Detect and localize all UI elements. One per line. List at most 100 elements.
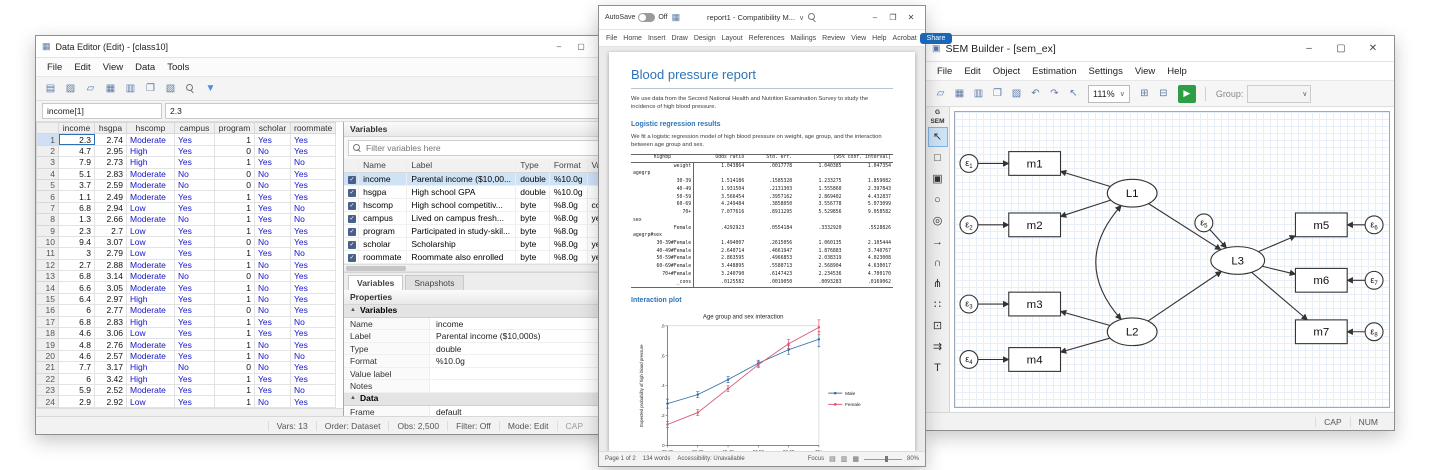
cell[interactable]: 0 <box>215 168 255 179</box>
menu-data[interactable]: Data <box>130 61 160 74</box>
cell[interactable]: No <box>291 316 336 327</box>
cell[interactable]: Low <box>127 396 175 407</box>
formula-bar[interactable] <box>165 103 613 119</box>
cell[interactable]: 6.6 <box>59 282 95 293</box>
checkbox-cell[interactable]: ✓ <box>344 211 359 224</box>
cell[interactable]: 3.14 <box>95 271 127 282</box>
checkbox-cell[interactable]: ✓ <box>344 237 359 250</box>
autosave-toggle[interactable]: AutoSave Off <box>605 13 668 22</box>
word-count[interactable]: 134 words <box>643 456 671 462</box>
variables-column-label[interactable]: Label <box>407 159 516 172</box>
row-number[interactable]: 21 <box>37 362 59 373</box>
tab-file[interactable]: File <box>603 33 620 44</box>
property-value[interactable]: Parental income ($10,000s) <box>430 330 619 342</box>
cell[interactable]: Moderate <box>127 134 175 145</box>
tab-help[interactable]: Help <box>869 33 889 44</box>
save-icon[interactable]: ▦ <box>672 12 681 23</box>
row-number[interactable]: 13 <box>37 271 59 282</box>
cell[interactable]: Yes <box>255 248 291 259</box>
column-header-roommate[interactable]: roommate <box>291 123 336 134</box>
cell[interactable]: No <box>255 168 291 179</box>
generalized-response-tool[interactable]: ▣ <box>928 169 948 189</box>
cell[interactable]: Moderate <box>127 191 175 202</box>
cell[interactable]: 2.66 <box>95 214 127 225</box>
cell-reference-box[interactable] <box>42 103 162 119</box>
cell[interactable]: Yes <box>175 339 215 350</box>
variable-filter-input[interactable] <box>366 143 610 153</box>
cell[interactable]: Yes <box>175 282 215 293</box>
cell[interactable]: 0 <box>215 271 255 282</box>
cell[interactable]: 1 <box>215 214 255 225</box>
checkbox-cell[interactable]: ✓ <box>344 224 359 237</box>
row-number[interactable]: 18 <box>37 328 59 339</box>
close-button[interactable]: ✕ <box>1358 39 1388 59</box>
column-header-scholar[interactable]: scholar <box>255 123 291 134</box>
cell[interactable]: 3.7 <box>59 179 95 190</box>
row-number[interactable]: 20 <box>37 350 59 361</box>
path-tool[interactable]: → <box>928 232 948 252</box>
tab-view[interactable]: View <box>848 33 869 44</box>
cell[interactable]: Yes <box>255 316 291 327</box>
cell[interactable]: 6.4 <box>59 293 95 304</box>
cell[interactable]: Yes <box>291 145 336 156</box>
close-button[interactable]: ✕ <box>903 11 919 25</box>
cell[interactable]: Moderate <box>127 282 175 293</box>
column-header-hsgpa[interactable]: hsgpa <box>95 123 127 134</box>
cell[interactable]: No <box>175 271 215 282</box>
cell[interactable]: No <box>175 168 215 179</box>
cell[interactable]: 3.05 <box>95 282 127 293</box>
latent-variable-tool[interactable]: ○ <box>928 190 948 210</box>
observed-variable-tool[interactable]: □ <box>928 148 948 168</box>
cell[interactable]: No <box>175 179 215 190</box>
print-icon[interactable]: ▥ <box>122 80 139 97</box>
cell[interactable]: 1 <box>215 293 255 304</box>
search-icon[interactable] <box>808 13 817 22</box>
path-arrow-L2-m3[interactable] <box>1061 311 1111 325</box>
cell[interactable]: Yes <box>175 316 215 327</box>
cell[interactable]: No <box>255 305 291 316</box>
cell[interactable]: 1 <box>215 384 255 395</box>
horizontal-scrollbar[interactable] <box>344 264 619 272</box>
cell[interactable]: 6 <box>59 373 95 384</box>
column-header-program[interactable]: program <box>215 123 255 134</box>
covariance-arc-L1-L2[interactable] <box>1096 206 1121 320</box>
property-value[interactable] <box>430 380 619 392</box>
cell[interactable]: 1 <box>215 373 255 384</box>
checkbox-cell[interactable]: ✓ <box>344 198 359 211</box>
row-number[interactable]: 11 <box>37 248 59 259</box>
row-number[interactable]: 5 <box>37 179 59 190</box>
document-title[interactable]: report1 - Compatibility M... ∨ <box>707 13 817 22</box>
document-area[interactable]: Blood pressure report We use data from t… <box>599 47 925 451</box>
row-number[interactable]: 12 <box>37 259 59 270</box>
cell[interactable]: Yes <box>291 328 336 339</box>
tab-snapshots[interactable]: Snapshots <box>405 275 463 290</box>
fit-width-icon[interactable]: ⊟ <box>1155 85 1172 102</box>
clipboard-icon[interactable]: ▨ <box>62 80 79 97</box>
cell[interactable]: Low <box>127 236 175 247</box>
cell[interactable]: No <box>291 350 336 361</box>
menu-file[interactable]: File <box>42 61 67 74</box>
cell[interactable]: Yes <box>175 157 215 168</box>
row-number[interactable]: 16 <box>37 305 59 316</box>
cell[interactable]: Yes <box>175 236 215 247</box>
cell[interactable]: 1 <box>215 316 255 327</box>
cell[interactable]: 3.06 <box>95 328 127 339</box>
tab-home[interactable]: Home <box>620 33 645 44</box>
zoom-slider-knob[interactable] <box>885 456 888 462</box>
property-value[interactable]: default <box>430 406 619 417</box>
row-number[interactable]: 8 <box>37 214 59 225</box>
data-grid[interactable]: incomehsgpahscompcampusprogramscholarroo… <box>36 122 344 416</box>
cell[interactable]: Yes <box>255 134 291 145</box>
properties-section-variables[interactable]: ▲Variables <box>344 305 619 318</box>
cell[interactable]: 2.79 <box>95 248 127 259</box>
menu-tools[interactable]: Tools <box>162 61 194 74</box>
path-arrow-L1-m2[interactable] <box>1061 200 1111 216</box>
minimize-button[interactable]: – <box>1294 39 1324 59</box>
path-arrow-L2-m4[interactable] <box>1061 338 1111 352</box>
cell[interactable]: 6.8 <box>59 271 95 282</box>
maximize-button[interactable]: ▢ <box>571 39 591 55</box>
cell[interactable]: 4.6 <box>59 350 95 361</box>
share-button[interactable]: Share <box>920 33 953 44</box>
column-header-campus[interactable]: campus <box>175 123 215 134</box>
print-layout-icon[interactable]: ▥ <box>841 455 848 463</box>
